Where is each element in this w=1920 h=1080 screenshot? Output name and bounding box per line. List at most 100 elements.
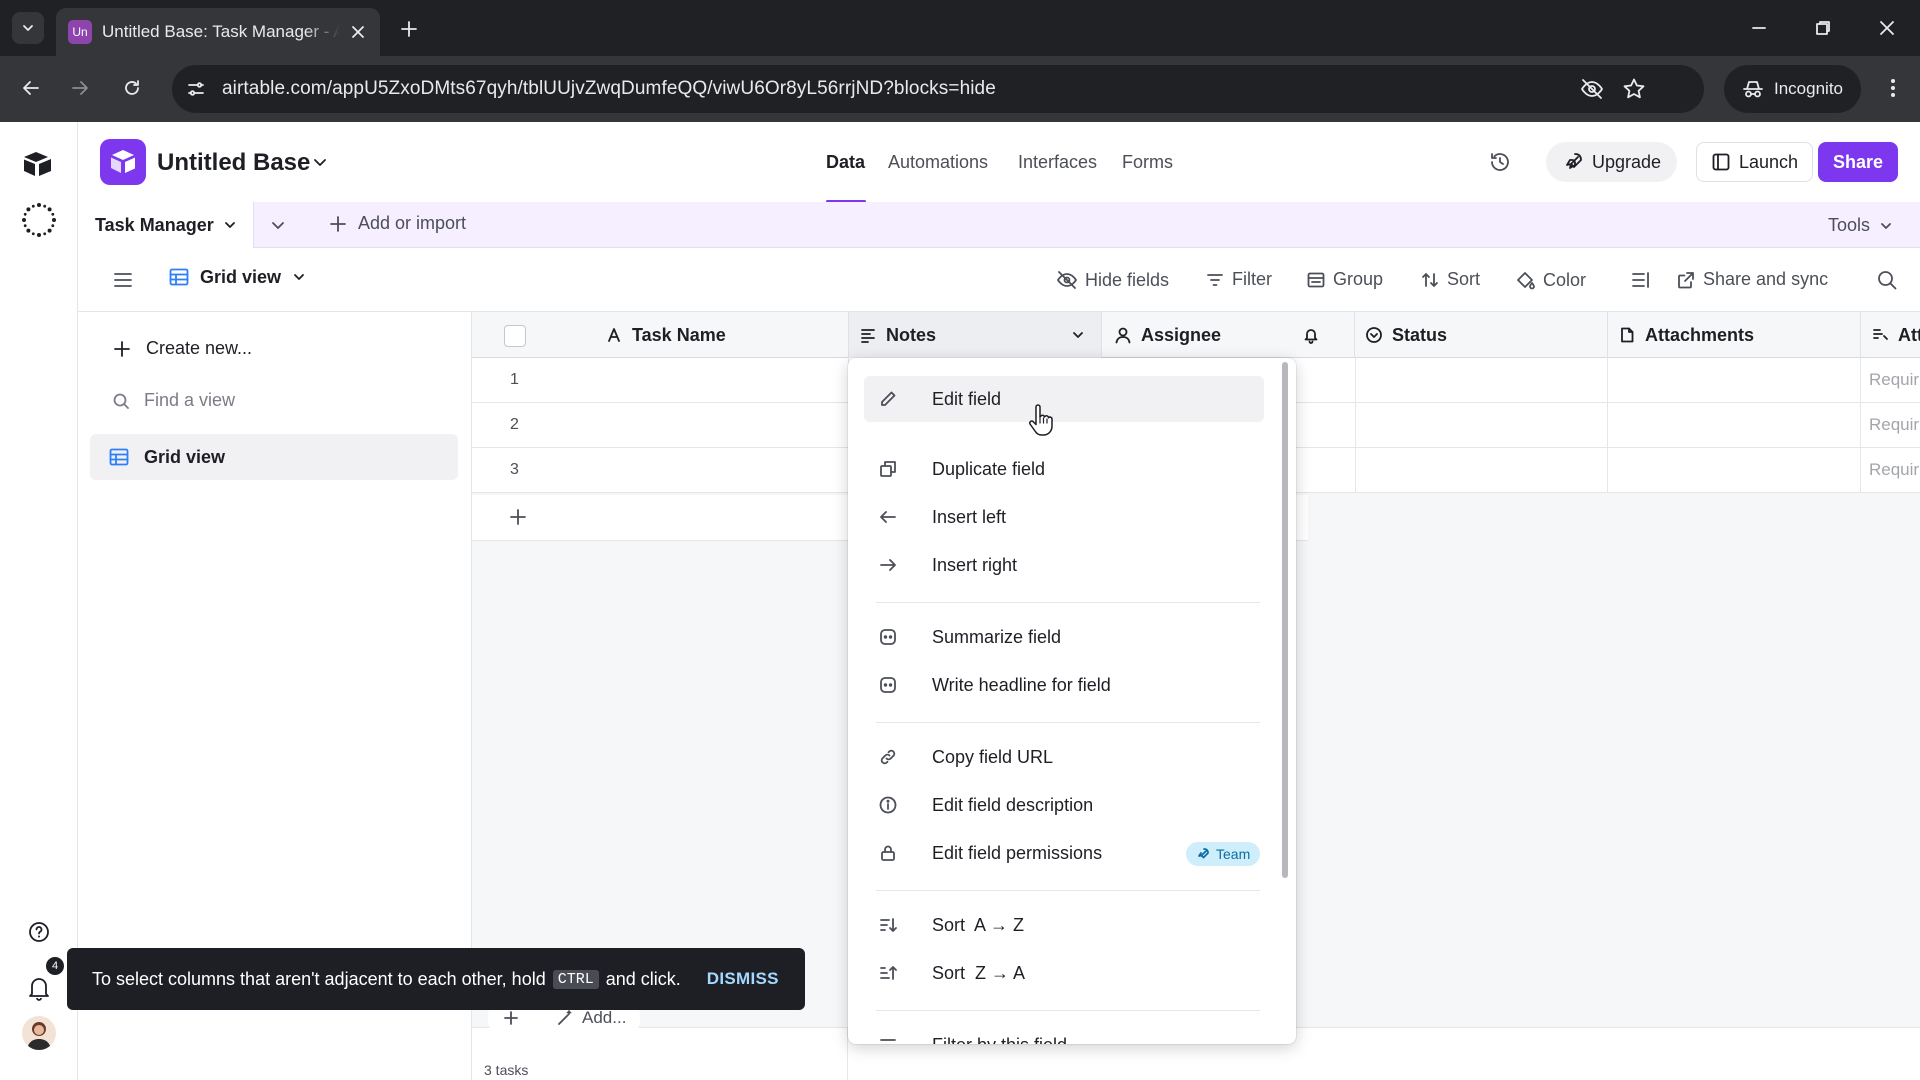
base-logo-icon[interactable] [100, 139, 146, 185]
menu-divider [876, 1010, 1260, 1011]
group-button[interactable]: Group [1306, 269, 1383, 290]
share-button[interactable]: Share [1818, 142, 1898, 182]
menu-item-filter-by-field[interactable]: Filter by this field [864, 1022, 1264, 1044]
filter-label: Filter [1232, 269, 1272, 289]
chevron-down-icon[interactable] [222, 217, 238, 233]
back-icon[interactable] [16, 73, 46, 103]
plus-icon [504, 1011, 518, 1025]
chevron-down-icon[interactable] [1070, 327, 1086, 343]
menu-item-edit-field[interactable]: Edit field [864, 376, 1264, 422]
menu-scrollbar[interactable] [1282, 362, 1288, 878]
column-header-notes[interactable]: Notes [849, 312, 1102, 358]
menu-item-insert-right[interactable]: Insert right [864, 542, 1264, 588]
minimize-icon[interactable] [1744, 14, 1774, 42]
menu-item-label: Sort Z → A [932, 962, 1026, 983]
filter-button[interactable]: Filter [1205, 269, 1272, 290]
omni-ai-icon[interactable] [21, 202, 57, 238]
attachments-cell[interactable] [1608, 448, 1861, 493]
group-label: Group [1333, 269, 1384, 289]
menu-item-edit-field-permissions[interactable]: Edit field permissions Team [864, 830, 1264, 876]
menu-item-duplicate-field[interactable]: Duplicate field [864, 446, 1264, 492]
share-and-sync-button[interactable]: Share and sync [1676, 269, 1828, 290]
menu-item-label: Duplicate field [932, 458, 1046, 479]
menu-item-edit-field-description[interactable]: Edit field description [864, 782, 1264, 828]
search-icon[interactable] [1875, 268, 1899, 292]
chevron-down-icon[interactable] [310, 152, 330, 172]
column-label: Assignee [1141, 324, 1222, 345]
dismiss-button[interactable]: DISMISS [707, 969, 779, 989]
column-label: Attachments [1645, 324, 1755, 345]
airtable-logo-icon[interactable] [21, 150, 55, 180]
sidebar-item-grid-view[interactable]: Grid view [90, 434, 458, 480]
primary-cell[interactable] [472, 403, 849, 448]
menu-item-label: Write headline for field [932, 674, 1111, 695]
attachments-cell[interactable] [1608, 358, 1861, 403]
column-header-assignee[interactable]: Assignee [1102, 312, 1355, 358]
column-header-task-name[interactable]: Task Name [605, 312, 849, 358]
tools-button[interactable]: Tools [1828, 215, 1894, 236]
column-header-status[interactable]: Status [1355, 312, 1608, 358]
hide-fields-label: Hide fields [1085, 269, 1170, 290]
hamburger-menu-icon[interactable] [111, 268, 135, 292]
tab-close-icon[interactable] [348, 22, 368, 42]
history-icon[interactable] [1488, 150, 1512, 174]
menu-item-sort-desc[interactable]: Sort Z → A [864, 950, 1264, 996]
tab-interfaces[interactable]: Interfaces [1018, 152, 1097, 173]
restore-icon[interactable] [1808, 14, 1838, 42]
avatar[interactable] [22, 1016, 56, 1050]
tab-favicon: Un [68, 20, 92, 44]
forward-icon[interactable] [65, 73, 95, 103]
menu-divider [876, 722, 1260, 723]
bell-icon[interactable] [21, 970, 57, 1006]
column-header-partial[interactable]: Att [1861, 312, 1920, 358]
table-tab-task-manager[interactable]: Task Manager [78, 202, 254, 248]
find-view-input[interactable]: Find a view [112, 390, 235, 411]
color-button[interactable]: Color [1514, 269, 1586, 291]
primary-cell[interactable] [472, 358, 849, 403]
sort-button[interactable]: Sort [1420, 269, 1480, 290]
column-header-attachments[interactable]: Attachments [1608, 312, 1861, 358]
new-tab-icon[interactable] [396, 16, 422, 42]
reload-icon[interactable] [117, 73, 147, 103]
menu-item-sort-asc[interactable]: Sort A → Z [864, 902, 1264, 948]
browser-tab[interactable]: Un Untitled Base: Task Manager - Airtabl… [56, 8, 380, 56]
bookmark-star-icon[interactable] [1622, 77, 1646, 101]
view-switcher[interactable]: Grid view [168, 266, 307, 288]
launch-button[interactable]: Launch [1696, 142, 1814, 182]
hide-fields-button[interactable]: Hide fields [1056, 269, 1169, 291]
incognito-indicator[interactable]: Incognito [1724, 65, 1861, 113]
add-or-import-button[interactable]: Add or import [328, 213, 466, 234]
row-height-icon[interactable] [1630, 269, 1652, 291]
menu-item-copy-field-url[interactable]: Copy field URL [864, 734, 1264, 780]
tab-search-button[interactable] [12, 12, 44, 44]
status-cell[interactable] [1355, 358, 1608, 403]
menu-item-insert-left[interactable]: Insert left [864, 494, 1264, 540]
close-window-icon[interactable] [1872, 14, 1902, 42]
incognito-label: Incognito [1774, 79, 1843, 98]
view-name: Grid view [200, 266, 282, 287]
address-bar[interactable]: airtable.com/appU5ZxoDMts67qyh/tblUUjvZw… [172, 65, 1704, 113]
tab-forms[interactable]: Forms [1122, 152, 1173, 173]
browser-menu-icon[interactable] [1878, 73, 1908, 103]
footer-add-ai[interactable]: Add... [556, 1008, 626, 1028]
attachments-cell[interactable] [1608, 403, 1861, 448]
filter-icon [1207, 273, 1223, 286]
base-title[interactable]: Untitled Base [157, 149, 310, 177]
url-text[interactable]: airtable.com/appU5ZxoDMts67qyh/tblUUjvZw… [222, 78, 996, 100]
all-tables-chevron-icon[interactable] [268, 215, 288, 235]
menu-item-write-headline[interactable]: Write headline for field [864, 662, 1264, 708]
site-settings-icon[interactable] [186, 79, 206, 99]
paint-bucket-icon [1517, 272, 1535, 290]
status-cell[interactable] [1355, 403, 1608, 448]
help-icon[interactable] [21, 914, 57, 950]
menu-item-summarize-field[interactable]: Summarize field [864, 614, 1264, 660]
tab-automations[interactable]: Automations [888, 152, 988, 173]
create-new-view-button[interactable]: Create new... [112, 338, 252, 359]
tab-data[interactable]: Data [826, 152, 865, 173]
eye-off-icon [1057, 271, 1077, 289]
upgrade-button[interactable]: Upgrade [1546, 142, 1678, 182]
primary-cell[interactable] [472, 448, 849, 493]
eye-off-icon[interactable] [1580, 77, 1604, 101]
select-all-checkbox[interactable] [504, 325, 526, 347]
status-cell[interactable] [1355, 448, 1608, 493]
